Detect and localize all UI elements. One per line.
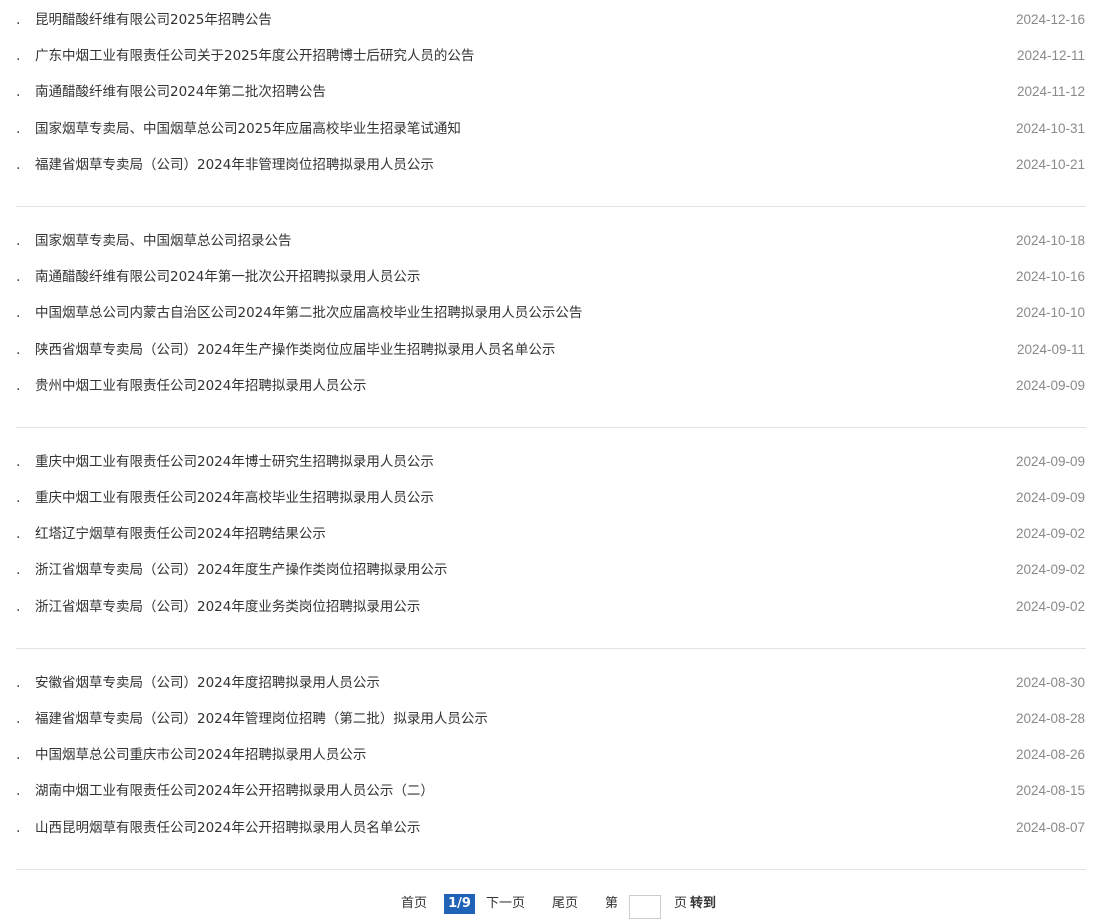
news-title-link[interactable]: 南通醋酸纤维有限公司2024年第一批次公开招聘拟录用人员公示 <box>35 259 420 295</box>
list-item: . 福建省烟草专卖局（公司）2024年非管理岗位招聘拟录用人员公示 2024-10-… <box>16 147 1086 183</box>
news-title-link[interactable]: 重庆中烟工业有限责任公司2024年博士研究生招聘拟录用人员公示 <box>35 444 434 480</box>
bullet: . <box>16 819 21 836</box>
news-date: 2024-09-09 <box>1015 453 1085 469</box>
bullet: . <box>16 711 21 727</box>
news-title-link[interactable]: 国家烟草专卖局、中国烟草总公司招录公告 <box>35 223 292 259</box>
last-page-link[interactable]: 尾页 <box>552 895 578 913</box>
bullet: . <box>16 674 21 691</box>
news-date: 2024-09-02 <box>1015 562 1085 578</box>
bullet: . <box>16 747 21 764</box>
list-item: . 南通醋酸纤维有限公司2024年第一批次公开招聘拟录用人员公示 2024-10-1… <box>16 259 1086 295</box>
goto-prefix-label: 第 <box>605 896 619 911</box>
bullet: . <box>16 232 21 249</box>
news-group: . 国家烟草专卖局、中国烟草总公司招录公告 2024-10-18 . 南通醋酸纤维有限… <box>16 223 1086 428</box>
news-date: 2024-10-16 <box>1015 269 1085 285</box>
news-date: 2024-10-18 <box>1015 232 1085 248</box>
news-group: . 安徽省烟草专卖局（公司）2024年度招聘拟录用人员公示 2024-08-30 .… <box>16 665 1086 870</box>
news-date: 2024-09-02 <box>1015 598 1085 614</box>
bullet: . <box>16 48 21 65</box>
news-date: 2024-08-30 <box>1015 674 1085 690</box>
news-title-link[interactable]: 红塔辽宁烟草有限责任公司2024年招聘结果公示 <box>35 516 326 552</box>
bullet: . <box>16 341 21 358</box>
news-date: 2024-12-11 <box>1016 48 1085 64</box>
news-date: 2024-08-07 <box>1015 819 1085 835</box>
news-group: . 重庆中烟工业有限责任公司2024年博士研究生招聘拟录用人员公示 2024-09-… <box>16 444 1086 649</box>
news-date: 2024-09-02 <box>1015 526 1085 542</box>
list-item: . 山西昆明烟草有限责任公司2024年公开招聘拟录用人员名单公示 2024-08-0… <box>16 810 1086 846</box>
bullet: . <box>16 12 21 28</box>
news-date: 2024-10-31 <box>1015 120 1085 136</box>
news-title-link[interactable]: 重庆中烟工业有限责任公司2024年高校毕业生招聘拟录用人员公示 <box>35 480 434 516</box>
news-title-link[interactable]: 南通醋酸纤维有限公司2024年第二批次招聘公告 <box>35 74 326 110</box>
bullet: . <box>16 269 21 286</box>
bullet: . <box>16 490 21 507</box>
list-item: . 红塔辽宁烟草有限责任公司2024年招聘结果公示 2024-09-02 <box>16 516 1086 552</box>
news-date: 2024-09-09 <box>1015 490 1085 506</box>
list-item: . 贵州中烟工业有限责任公司2024年招聘拟录用人员公示 2024-09-09 <box>16 368 1086 404</box>
news-date: 2024-10-10 <box>1015 305 1085 321</box>
list-item: . 中国烟草总公司内蒙古自治区公司2024年第二批次应届高校毕业生招聘拟录用人员公… <box>16 295 1086 331</box>
bullet: . <box>16 598 21 615</box>
list-item: . 湖南中烟工业有限责任公司2024年公开招聘拟录用人员公示（二） 2024-08-… <box>16 773 1086 809</box>
list-item: . 广东中烟工业有限责任公司关于2025年度公开招聘博士后研究人员的公告 2024-… <box>16 38 1086 74</box>
list-item: . 安徽省烟草专卖局（公司）2024年度招聘拟录用人员公示 2024-08-30 <box>16 665 1086 701</box>
bullet: . <box>16 562 21 579</box>
list-item: . 国家烟草专卖局、中国烟草总公司招录公告 2024-10-18 <box>16 223 1086 259</box>
bullet: . <box>16 120 21 137</box>
list-item: . 福建省烟草专卖局（公司）2024年管理岗位招聘（第二批）拟录用人员公示 2024… <box>16 701 1086 737</box>
list-item: . 浙江省烟草专卖局（公司）2024年度生产操作类岗位招聘拟录用公示 2024-09… <box>16 552 1086 588</box>
news-title-link[interactable]: 福建省烟草专卖局（公司）2024年管理岗位招聘（第二批）拟录用人员公示 <box>35 701 488 737</box>
news-title-link[interactable]: 中国烟草总公司重庆市公司2024年招聘拟录用人员公示 <box>35 737 366 773</box>
bullet: . <box>16 156 21 173</box>
news-date: 2024-11-12 <box>1016 84 1085 100</box>
list-item: . 重庆中烟工业有限责任公司2024年博士研究生招聘拟录用人员公示 2024-09-… <box>16 444 1086 480</box>
news-title-link[interactable]: 浙江省烟草专卖局（公司）2024年度业务类岗位招聘拟录用公示 <box>35 589 420 625</box>
news-group: . 昆明醋酸纤维有限公司2025年招聘公告 2024-12-16 . 广东中烟工业有限… <box>16 2 1086 207</box>
goto-suffix-label: 页 <box>674 896 688 911</box>
goto-button[interactable]: 转到 <box>690 895 716 913</box>
list-item: . 浙江省烟草专卖局（公司）2024年度业务类岗位招聘拟录用公示 2024-09-0… <box>16 589 1086 625</box>
bullet: . <box>16 84 21 101</box>
bullet: . <box>16 453 21 470</box>
list-item: . 国家烟草专卖局、中国烟草总公司2025年应届高校毕业生招录笔试通知 2024-1… <box>16 111 1086 147</box>
news-date: 2024-09-09 <box>1015 377 1085 393</box>
news-title-link[interactable]: 浙江省烟草专卖局（公司）2024年度生产操作类岗位招聘拟录用公示 <box>35 552 447 588</box>
next-page-link[interactable]: 下一页 <box>486 895 525 913</box>
list-item: . 陕西省烟草专卖局（公司）2024年生产操作类岗位应届毕业生招聘拟录用人员名单公… <box>16 332 1086 368</box>
news-date: 2024-09-11 <box>1016 341 1085 357</box>
news-date: 2024-08-26 <box>1015 747 1085 763</box>
current-page-indicator: 1/9 <box>444 894 475 914</box>
pagination: 首页 1/9 下一页 尾页 第 页 转到 <box>0 891 1100 919</box>
list-item: . 昆明醋酸纤维有限公司2025年招聘公告 2024-12-16 <box>16 2 1086 38</box>
list-item: . 重庆中烟工业有限责任公司2024年高校毕业生招聘拟录用人员公示 2024-09-… <box>16 480 1086 516</box>
news-title-link[interactable]: 国家烟草专卖局、中国烟草总公司2025年应届高校毕业生招录笔试通知 <box>35 111 461 147</box>
news-title-link[interactable]: 陕西省烟草专卖局（公司）2024年生产操作类岗位应届毕业生招聘拟录用人员名单公示 <box>35 332 555 368</box>
page-number-input[interactable] <box>629 895 661 919</box>
news-title-link[interactable]: 贵州中烟工业有限责任公司2024年招聘拟录用人员公示 <box>35 368 366 404</box>
list-item: . 南通醋酸纤维有限公司2024年第二批次招聘公告 2024-11-12 <box>16 74 1086 110</box>
news-title-link[interactable]: 福建省烟草专卖局（公司）2024年非管理岗位招聘拟录用人员公示 <box>35 147 434 183</box>
news-title-link[interactable]: 湖南中烟工业有限责任公司2024年公开招聘拟录用人员公示（二） <box>35 773 434 809</box>
news-title-link[interactable]: 山西昆明烟草有限责任公司2024年公开招聘拟录用人员名单公示 <box>35 810 420 846</box>
news-title-link[interactable]: 广东中烟工业有限责任公司关于2025年度公开招聘博士后研究人员的公告 <box>35 38 474 74</box>
bullet: . <box>16 526 21 543</box>
news-title-link[interactable]: 中国烟草总公司内蒙古自治区公司2024年第二批次应届高校毕业生招聘拟录用人员公示… <box>35 295 582 331</box>
news-list: . 昆明醋酸纤维有限公司2025年招聘公告 2024-12-16 . 广东中烟工业有限… <box>16 2 1086 886</box>
list-item: . 中国烟草总公司重庆市公司2024年招聘拟录用人员公示 2024-08-26 <box>16 737 1086 773</box>
news-date: 2024-08-28 <box>1015 711 1085 726</box>
first-page-link[interactable]: 首页 <box>401 895 427 913</box>
news-title-link[interactable]: 安徽省烟草专卖局（公司）2024年度招聘拟录用人员公示 <box>35 665 380 701</box>
bullet: . <box>16 305 21 322</box>
news-title-link[interactable]: 昆明醋酸纤维有限公司2025年招聘公告 <box>35 2 272 38</box>
bullet: . <box>16 783 21 800</box>
news-date: 2024-10-21 <box>1015 156 1085 172</box>
bullet: . <box>16 377 21 394</box>
news-date: 2024-12-16 <box>1015 12 1085 27</box>
news-date: 2024-08-15 <box>1015 783 1085 799</box>
